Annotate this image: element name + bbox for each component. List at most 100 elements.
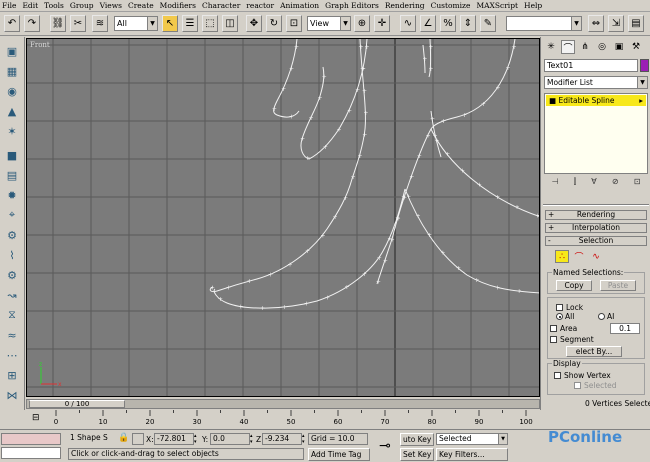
segment-level-icon[interactable]: ⌒ — [572, 250, 586, 263]
pin-stack-icon[interactable]: ⊣ — [552, 177, 559, 191]
maxscript-listener-pink[interactable] — [1, 433, 61, 445]
spline-vertex[interactable]: + — [416, 213, 421, 220]
spline-vertex[interactable]: + — [320, 232, 325, 239]
spline-vertex[interactable]: + — [495, 85, 500, 92]
bend-modifier-icon[interactable]: ↝ — [4, 287, 20, 303]
spline-vertex[interactable]: + — [456, 265, 461, 272]
spline-vertex[interactable]: + — [428, 66, 433, 73]
window-crossing-icon[interactable]: ◫ — [222, 15, 238, 32]
lock-selection-icon[interactable]: 🔒 — [118, 433, 129, 443]
show-end-result-icon[interactable]: ⫿ — [574, 177, 577, 191]
segment-end-checkbox[interactable]: Segment — [550, 335, 594, 344]
spline-vertex[interactable]: + — [362, 132, 367, 139]
spline-vertex[interactable]: + — [433, 133, 438, 140]
spline-vertex[interactable]: + — [325, 294, 330, 301]
menu-help[interactable]: Help — [524, 1, 542, 10]
select-object-icon[interactable]: ↖ — [162, 15, 178, 32]
menu-reactor[interactable]: reactor — [246, 1, 274, 10]
time-slider-thumb[interactable]: 0 / 100 — [29, 400, 125, 408]
spline-vertex[interactable]: + — [417, 153, 422, 160]
editable-spline[interactable] — [209, 39, 540, 309]
select-and-scale-icon[interactable]: ⊡ — [286, 15, 302, 32]
ai-radio[interactable]: AI — [598, 312, 614, 321]
y-coordinate-field[interactable]: 0.0 — [210, 433, 250, 445]
area-spinner[interactable]: 0.1 — [610, 323, 640, 334]
spline-vertex[interactable]: + — [495, 194, 500, 201]
spline-vertex[interactable]: + — [304, 301, 309, 308]
spline-vertex[interactable]: + — [363, 110, 368, 117]
spline-vertex[interactable]: + — [305, 248, 310, 255]
lattice-modifier-icon[interactable]: ⋈ — [4, 387, 20, 403]
bind-space-warp-icon[interactable]: ≋ — [92, 15, 108, 32]
z-coordinate-field[interactable]: -9.234 — [262, 433, 302, 445]
expand-icon[interactable]: ▸ — [639, 95, 643, 106]
spline-vertex[interactable]: + — [406, 193, 411, 200]
spline-vertex[interactable]: + — [226, 284, 231, 291]
layer-manager-icon[interactable]: ▤ — [628, 15, 644, 32]
spline-vertex[interactable]: + — [238, 303, 243, 310]
vertex-level-icon[interactable]: ∴ — [555, 250, 569, 263]
spline-vertex[interactable]: + — [506, 65, 511, 72]
auto-key-button[interactable]: uto Key — [400, 433, 434, 446]
key-mode-dropdown[interactable]: Selected ▼ — [436, 433, 508, 445]
track-bar[interactable]: 0 10 20 30 40 50 60 70 80 90 100 — [26, 410, 540, 428]
spline-vertex[interactable]: + — [383, 257, 388, 264]
spline-stroke[interactable] — [430, 128, 540, 217]
angle-snap-icon[interactable]: ∠ — [420, 15, 436, 32]
spline-vertex[interactable]: + — [323, 144, 328, 151]
select-and-link-icon[interactable]: ⛓ — [50, 15, 66, 32]
ffd-modifier-icon[interactable]: ⊞ — [4, 367, 20, 383]
spline-vertex[interactable]: + — [362, 271, 367, 278]
menu-modifiers[interactable]: Modifiers — [160, 1, 196, 10]
display-tab-icon[interactable]: ▣ — [612, 40, 626, 54]
set-key-button[interactable]: Set Key — [400, 448, 434, 461]
spline-vertex[interactable]: + — [441, 118, 446, 125]
spline-vertex[interactable]: + — [357, 153, 362, 160]
create-tab-icon[interactable]: ✳ — [544, 40, 558, 54]
menu-group[interactable]: Group — [70, 1, 94, 10]
spline-vertex[interactable]: + — [422, 56, 427, 63]
absolute-mode-icon[interactable] — [132, 433, 144, 445]
spline-level-icon[interactable]: ∿ — [589, 250, 603, 263]
create-cone-icon[interactable]: ▲ — [4, 103, 20, 119]
spline-vertex[interactable]: + — [481, 101, 486, 108]
render-scene-icon[interactable]: ▤ — [4, 167, 20, 183]
helper-icon[interactable]: ⚙ — [4, 227, 20, 243]
redo-icon[interactable]: ↷ — [24, 15, 40, 32]
align-icon[interactable]: ⇲ — [608, 15, 624, 32]
menu-create[interactable]: Create — [128, 1, 154, 10]
area-selection-checkbox[interactable]: Area — [550, 324, 577, 333]
spline-vertex[interactable]: + — [305, 155, 310, 162]
rollout-selection[interactable]: - Selection — [545, 236, 647, 246]
spline-vertex[interactable]: + — [282, 304, 287, 311]
spline-vertex[interactable]: + — [247, 278, 252, 285]
spinner-snap-icon[interactable]: ⇕ — [460, 15, 476, 32]
light-icon[interactable]: ✹ — [4, 187, 20, 203]
x-coordinate-field[interactable]: -72.801 — [154, 433, 194, 445]
spline-vertex[interactable]: + — [289, 65, 294, 72]
object-name-field[interactable]: Text01 — [544, 59, 638, 72]
spline-vertex[interactable]: + — [351, 174, 356, 181]
remove-modifier-icon[interactable]: ⊘ — [612, 177, 619, 191]
spline-vertex[interactable]: + — [514, 204, 519, 211]
utilities-tab-icon[interactable]: ⚒ — [629, 40, 643, 54]
spline-vertex[interactable]: + — [355, 87, 360, 94]
spline-vertex[interactable]: + — [427, 232, 432, 239]
spline-vertex[interactable]: + — [289, 114, 294, 121]
percent-snap-icon[interactable]: % — [440, 15, 456, 32]
menu-animation[interactable]: Animation — [280, 1, 319, 10]
paste-button[interactable]: Paste — [600, 280, 636, 291]
spline-vertex[interactable]: + — [281, 86, 286, 93]
viewport-label[interactable]: Front — [30, 41, 50, 49]
rollout-rendering[interactable]: + Rendering — [545, 210, 647, 220]
select-by-button[interactable]: elect By... — [566, 346, 622, 357]
spline-vertex[interactable]: + — [377, 255, 382, 262]
select-and-move-icon[interactable]: ✥ — [246, 15, 262, 32]
twist-modifier-icon[interactable]: ≈ — [4, 327, 20, 343]
menu-tools[interactable]: Tools — [44, 1, 64, 10]
systems-icon[interactable]: ⚙ — [4, 267, 20, 283]
set-key-icon[interactable]: ⊸ — [372, 434, 398, 458]
spline-vertex[interactable]: + — [426, 133, 431, 140]
spline-vertex[interactable]: + — [440, 249, 445, 256]
spline-vertex[interactable]: + — [287, 261, 292, 268]
